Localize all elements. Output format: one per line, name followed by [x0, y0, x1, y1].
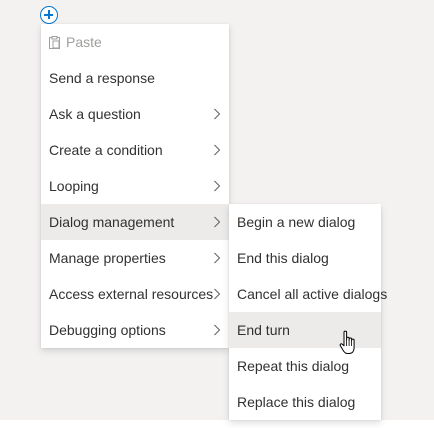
chevron-right-icon: [213, 324, 221, 336]
chevron-right-icon: [213, 180, 221, 192]
context-menu: Paste Send a response Ask a question Cre…: [41, 24, 229, 348]
menu-item-label: End this dialog: [237, 250, 329, 266]
menu-item-looping[interactable]: Looping: [41, 168, 229, 204]
menu-item-label: End turn: [237, 322, 290, 338]
canvas-bottom-strip: [0, 420, 434, 428]
menu-item-paste: Paste: [41, 24, 229, 60]
menu-item-access-external-resources[interactable]: Access external resources: [41, 276, 229, 312]
submenu-item-begin-a-new-dialog[interactable]: Begin a new dialog: [229, 204, 381, 240]
submenu-item-cancel-all-active-dialogs[interactable]: Cancel all active dialogs: [229, 276, 387, 312]
menu-item-debugging-options[interactable]: Debugging options: [41, 312, 229, 348]
menu-item-label: Manage properties: [49, 250, 166, 266]
menu-item-create-a-condition[interactable]: Create a condition: [41, 132, 229, 168]
menu-item-label: Debugging options: [49, 322, 166, 338]
menu-item-label: Ask a question: [49, 106, 141, 122]
menu-item-label: Create a condition: [49, 142, 163, 158]
menu-item-dialog-management[interactable]: Dialog management: [41, 204, 229, 240]
submenu-item-replace-this-dialog[interactable]: Replace this dialog: [229, 384, 381, 420]
menu-item-label: Send a response: [49, 70, 155, 86]
chevron-right-icon: [213, 144, 221, 156]
menu-item-label: Begin a new dialog: [237, 214, 356, 230]
menu-item-manage-properties[interactable]: Manage properties: [41, 240, 229, 276]
menu-item-send-a-response[interactable]: Send a response: [41, 60, 229, 96]
menu-item-label: Looping: [49, 178, 99, 194]
submenu-item-end-this-dialog[interactable]: End this dialog: [229, 240, 381, 276]
chevron-right-icon: [213, 288, 221, 300]
add-circle-icon[interactable]: [40, 6, 58, 24]
dialog-management-submenu: Begin a new dialog End this dialog Cance…: [229, 204, 387, 420]
menu-item-ask-a-question[interactable]: Ask a question: [41, 96, 229, 132]
chevron-right-icon: [213, 252, 221, 264]
menu-item-label: Cancel all active dialogs: [237, 286, 388, 302]
chevron-right-icon: [213, 216, 221, 228]
menu-item-label: Replace this dialog: [237, 394, 356, 410]
menu-item-label: Repeat this dialog: [237, 358, 350, 374]
chevron-right-icon: [213, 108, 221, 120]
menu-item-label: Paste: [66, 34, 102, 50]
paste-icon: [49, 35, 60, 49]
menu-item-label: Dialog management: [49, 214, 175, 230]
menu-item-label: Access external resources: [49, 286, 214, 302]
hand-pointer-icon: [338, 329, 360, 357]
